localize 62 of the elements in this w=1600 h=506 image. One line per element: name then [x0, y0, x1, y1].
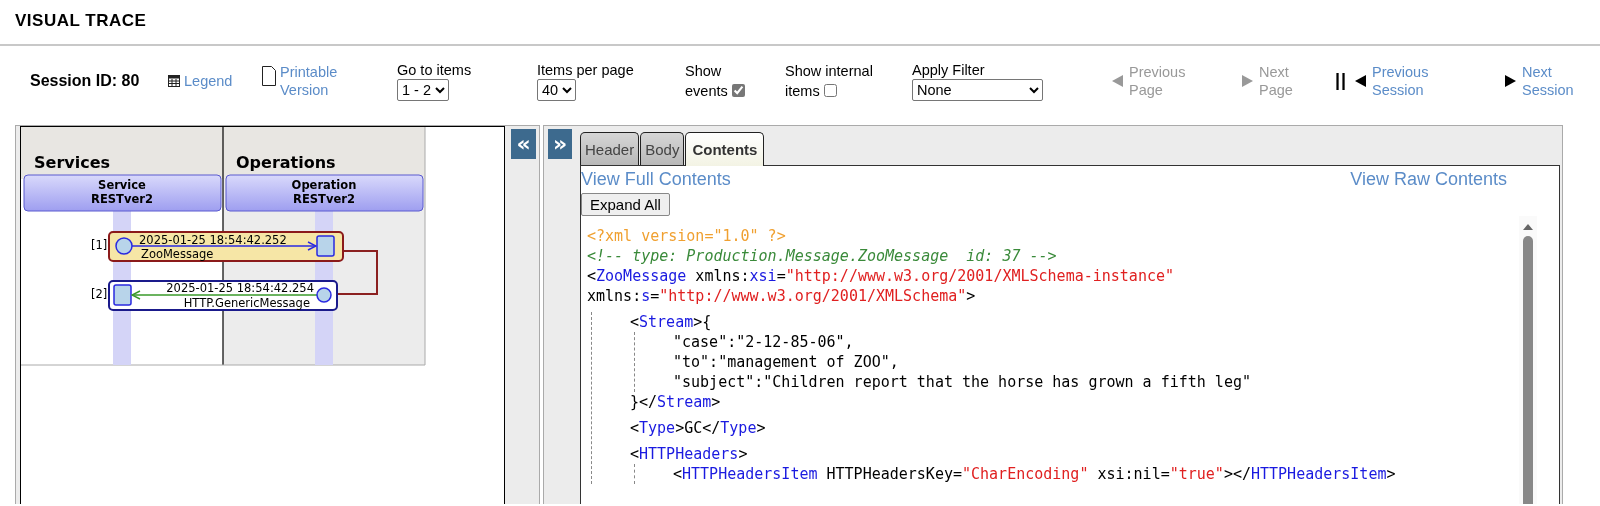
code-line: <Type>GC</Type>: [630, 418, 766, 438]
code-line: "case":"2-12-85-06",: [673, 332, 854, 352]
endpoint-circle: [316, 287, 332, 303]
contents-link[interactable]: View Full Contents: [581, 169, 731, 190]
printable-link[interactable]: Printable Version: [262, 62, 338, 99]
page-icon: [262, 65, 276, 86]
dropdown[interactable]: 40: [537, 78, 576, 101]
column-title: Services: [34, 153, 111, 172]
select-label: Go to items: [397, 60, 473, 79]
code-line: <?xml version="1.0" ?>: [587, 226, 786, 246]
code-line: "subject":"Children report that the horse has grown a fifth leg": [673, 372, 1251, 392]
checkbox[interactable]: [731, 83, 745, 97]
code-line: xmlns:s="http://www.w3.org/2001/XMLSchema">: [587, 286, 976, 306]
right-triangle-icon: [1242, 74, 1253, 87]
actor-label: RESTver2: [91, 192, 153, 206]
checkbox-label: Show internal items: [785, 61, 874, 101]
message-time: 2025-01-25 18:54:42.252: [139, 233, 287, 247]
right-triangle-icon: [1505, 74, 1516, 87]
actor-label: Operation: [291, 178, 357, 192]
scrollbar-thumb[interactable]: [1523, 236, 1533, 504]
actor-label: RESTver2: [293, 192, 355, 206]
endpoint-circle: [115, 237, 133, 255]
tab[interactable]: Header: [580, 132, 640, 165]
separator: ||: [1335, 70, 1348, 90]
session-id: Session ID: 80: [30, 71, 140, 89]
dropdown[interactable]: None: [912, 78, 1043, 101]
tab[interactable]: Contents: [685, 132, 765, 166]
endpoint-square: [316, 235, 335, 257]
next-link[interactable]: Next Session: [1505, 62, 1574, 99]
left-triangle-icon: [1355, 74, 1366, 87]
dropdown[interactable]: 1 - 2: [397, 78, 449, 101]
legend-link[interactable]: Legend: [168, 71, 233, 90]
scroll-up-icon[interactable]: [1523, 224, 1533, 230]
code-line: "to":"management of ZOO",: [673, 352, 899, 372]
code-line: }</Stream>: [630, 392, 721, 412]
connector-line: [336, 250, 378, 295]
checkbox-label: Show events: [685, 60, 750, 101]
select-label: Apply Filter: [912, 60, 986, 79]
contents-link[interactable]: View Raw Contents: [1350, 169, 1507, 190]
collapse-button[interactable]: «: [511, 129, 536, 159]
message-index: [2]: [91, 287, 108, 301]
message-time: 2025-01-25 18:54:42.254: [166, 281, 314, 295]
tab[interactable]: Body: [640, 132, 685, 165]
code-line: <ZooMessage xmlns:xsi="http://www.w3.org/2001/XMLSchema-instance": [587, 266, 1174, 286]
table-icon: [168, 74, 180, 87]
message-name: ZooMessage: [141, 247, 214, 261]
column-title: Operations: [236, 153, 336, 172]
code-line: <HTTPHeaders>: [630, 444, 748, 464]
left-triangle-icon: [1112, 74, 1123, 87]
endpoint-square: [113, 284, 132, 306]
checkbox[interactable]: [823, 83, 837, 97]
code-line: <Stream>{: [630, 312, 712, 332]
actor-label: Service: [98, 178, 146, 192]
code-line: <HTTPHeadersItem HTTPHeadersKey="CharEncoding" xsi:nil="true"></HTTPHeadersItem>: [673, 464, 1396, 484]
message-index: [1]: [91, 238, 108, 252]
message-name: HTTP.GenericMessage: [183, 296, 310, 310]
expand-all-button[interactable]: Expand All: [581, 193, 670, 216]
expand-button[interactable]: »: [548, 129, 572, 159]
code-line: <!-- type: Production.Message.ZooMessage id: 37 -->: [587, 246, 1057, 266]
page-title: VISUAL TRACE: [14, 10, 147, 31]
previous-link[interactable]: Previous Session: [1355, 62, 1429, 99]
select-label: Items per page: [537, 60, 635, 79]
